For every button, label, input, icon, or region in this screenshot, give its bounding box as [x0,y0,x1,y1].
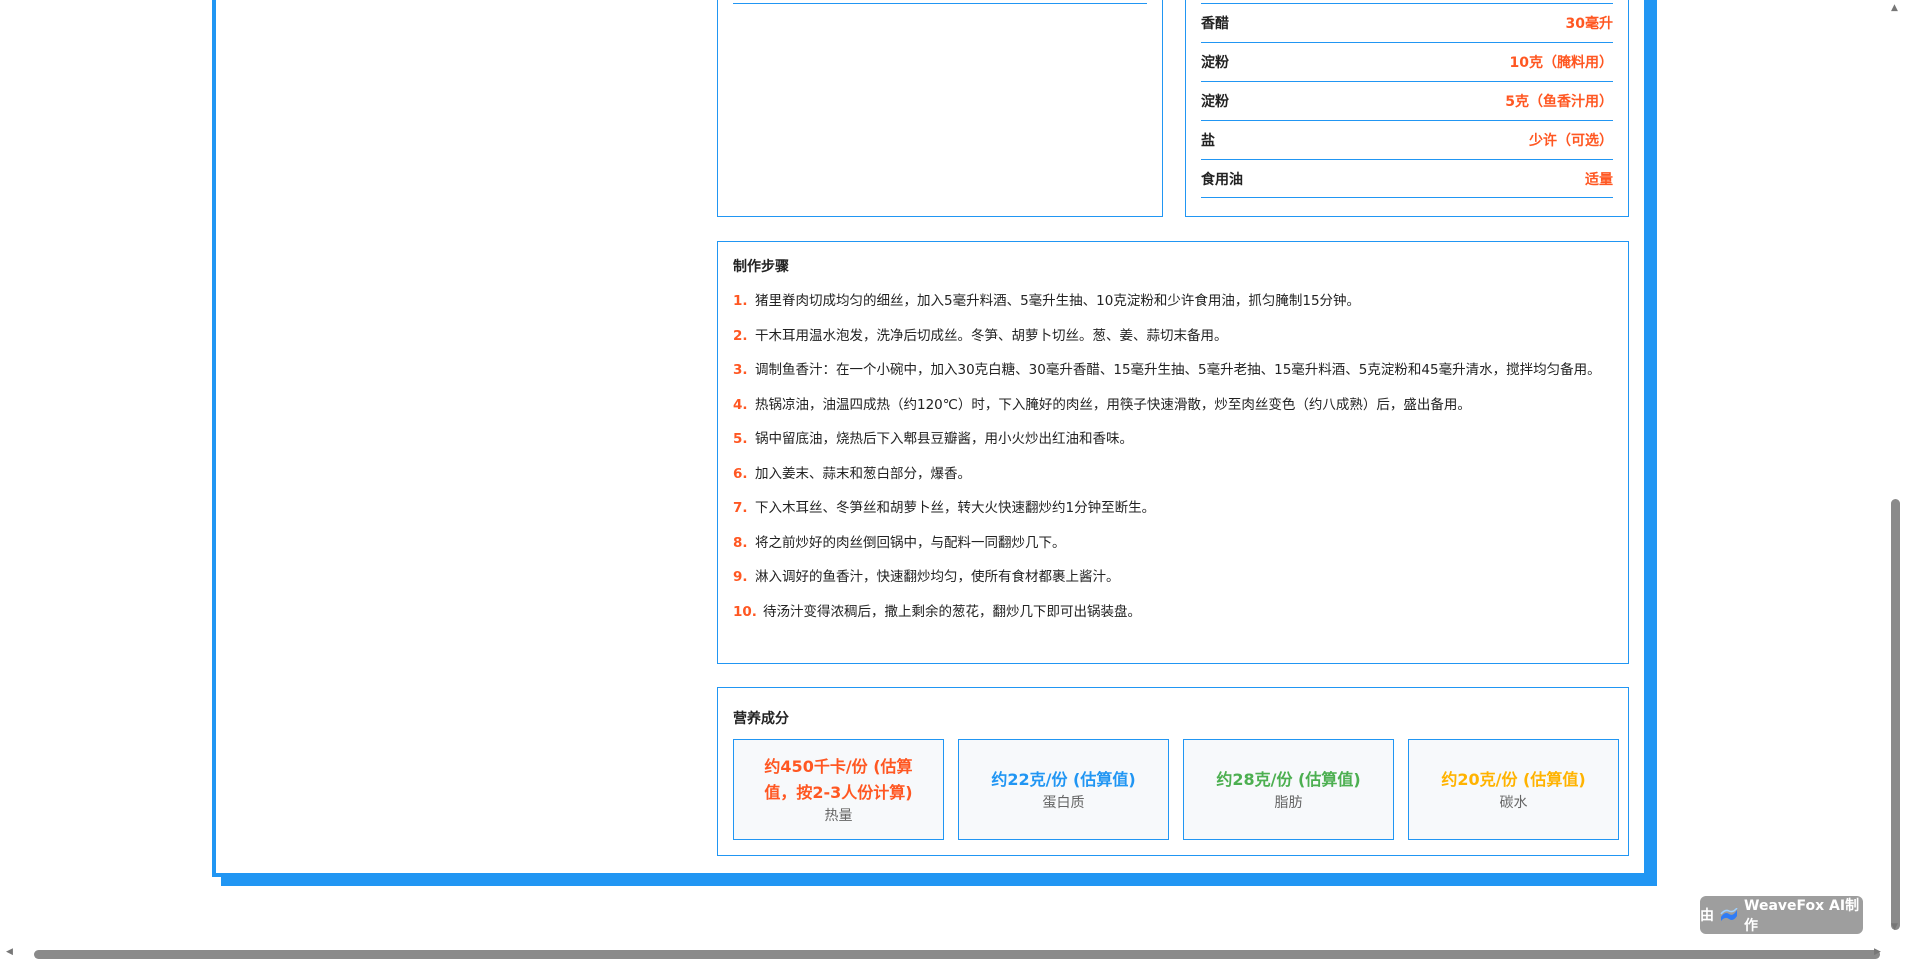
ingredient-row: 淀粉 5克（鱼香汁用） [1201,81,1613,120]
step-text: 淋入调好的鱼香汁，快速翻炒均匀，使所有食材都裹上酱汁。 [755,569,1120,585]
steps-panel: 制作步骤 1. 猪里脊肉切成均匀的细丝，加入5毫升料酒、5毫升生抽、10克淀粉和少… [717,241,1629,664]
step-text: 热锅凉油，油温四成热（约120℃）时，下入腌好的肉丝，用筷子快速滑散，炒至肉丝变… [755,396,1471,413]
ingredient-row: 食用油 适量 [1201,159,1613,198]
nutrition-label: 脂肪 [1274,794,1303,811]
step-number: 10. [733,603,757,620]
weavefox-badge[interactable]: 由 WeaveFox AI制作 [1700,896,1863,934]
scroll-down-icon[interactable]: ▼ [1891,922,1898,932]
step-number: 6. [733,465,748,482]
ingredients-panel-left [717,0,1163,217]
ingredient-row: 盐 少许（可选） [1201,120,1613,159]
step-text: 将之前炒好的肉丝倒回锅中，与配料一同翻炒几下。 [755,534,1066,551]
step-text: 调制鱼香汁：在一个小碗中，加入30克白糖、30毫升香醋、15毫升生抽、5毫升老抽… [755,362,1601,378]
badge-brand: WeaveFox AI制作 [1744,898,1860,934]
steps-title: 制作步骤 [733,259,789,275]
nutrition-grid: 约450千卡/份 (估算值，按2-3人份计算) 热量 约22克/份 (估算值) … [733,739,1619,840]
ingredient-row: 淀粉 10克（腌料用） [1201,42,1613,81]
step-number: 2. [733,327,748,344]
step-item: 1. 猪里脊肉切成均匀的细丝，加入5毫升料酒、5毫升生抽、10克淀粉和少许食用油，… [733,290,1613,312]
ingredient-amount: 少许（可选） [1529,133,1613,149]
step-number: 5. [733,431,748,447]
nutrition-card-calories: 约450千卡/份 (估算值，按2-3人份计算) 热量 [733,739,944,840]
horizontal-scrollbar[interactable]: ◀ ▶ [0,946,1888,962]
weavefox-logo-icon [1720,907,1738,922]
step-item: 2. 干木耳用温水泡发，洗净后切成丝。冬笋、胡萝卜切丝。葱、姜、蒜切末备用。 [733,325,1613,347]
step-item: 3. 调制鱼香汁：在一个小碗中，加入30克白糖、30毫升香醋、15毫升生抽、5毫升… [733,359,1613,381]
step-text: 猪里脊肉切成均匀的细丝，加入5毫升料酒、5毫升生抽、10克淀粉和少许食用油，抓匀… [755,293,1361,309]
step-number: 4. [733,396,748,413]
step-item: 4. 热锅凉油，油温四成热（约120℃）时，下入腌好的肉丝，用筷子快速滑散，炒至肉… [733,394,1613,416]
step-number: 1. [733,293,748,309]
ingredient-list: 香醋 30毫升 淀粉 10克（腌料用） 淀粉 5克（鱼香汁用） 盐 少许（可选）… [1201,3,1613,198]
ingredient-amount: 5克（鱼香汁用） [1505,94,1613,110]
step-item: 5. 锅中留底油，烧热后下入郫县豆瓣酱，用小火炒出红油和香味。 [733,428,1613,450]
vertical-scroll-thumb[interactable] [1891,499,1900,930]
nutrition-label: 蛋白质 [1042,794,1085,811]
ingredient-name: 淀粉 [1201,94,1229,110]
nutrition-value: 约450千卡/份 (估算值，按2-3人份计算) [764,756,913,802]
step-text: 下入木耳丝、冬笋丝和胡萝卜丝，转大火快速翻炒约1分钟至断生。 [755,500,1156,516]
scroll-up-icon[interactable]: ▲ [1891,3,1898,13]
step-text: 干木耳用温水泡发，洗净后切成丝。冬笋、胡萝卜切丝。葱、姜、蒜切末备用。 [755,327,1228,344]
ingredient-name: 淀粉 [1201,55,1229,71]
nutrition-label: 碳水 [1499,794,1528,811]
step-list: 1. 猪里脊肉切成均匀的细丝，加入5毫升料酒、5毫升生抽、10克淀粉和少许食用油，… [733,290,1613,635]
ingredient-name: 食用油 [1201,171,1243,188]
nutrition-title: 营养成分 [733,711,789,727]
step-number: 8. [733,534,748,551]
scroll-left-icon[interactable]: ◀ [6,947,13,957]
step-item: 8. 将之前炒好的肉丝倒回锅中，与配料一同翻炒几下。 [733,532,1613,554]
nutrition-panel: 营养成分 约450千卡/份 (估算值，按2-3人份计算) 热量 约22克/份 (… [717,687,1629,856]
nutrition-card-fat: 约28克/份 (估算值) 脂肪 [1183,739,1394,840]
nutrition-label: 热量 [824,807,853,824]
nutrition-card-carbs: 约20克/份 (估算值) 碳水 [1408,739,1619,840]
step-item: 9. 淋入调好的鱼香汁，快速翻炒均匀，使所有食材都裹上酱汁。 [733,566,1613,588]
step-text: 待汤汁变得浓稠后，撒上剩余的葱花，翻炒几下即可出锅装盘。 [763,603,1141,620]
ingredient-amount: 适量 [1585,171,1613,188]
nutrition-value: 约28克/份 (估算值) [1216,769,1361,789]
ingredient-row: 香醋 30毫升 [1201,3,1613,42]
step-item: 6. 加入姜末、蒜末和葱白部分，爆香。 [733,463,1613,485]
step-number: 9. [733,569,748,585]
nutrition-card-protein: 约22克/份 (估算值) 蛋白质 [958,739,1169,840]
ingredient-name: 香醋 [1201,16,1229,32]
vertical-scrollbar[interactable]: ▲ ▼ [1888,0,1904,936]
badge-prefix: 由 [1700,908,1714,924]
step-text: 加入姜末、蒜末和葱白部分，爆香。 [755,465,971,482]
scroll-right-icon[interactable]: ▶ [1874,947,1881,957]
step-text: 锅中留底油，烧热后下入郫县豆瓣酱，用小火炒出红油和香味。 [755,431,1133,447]
horizontal-scroll-thumb[interactable] [34,950,1880,959]
step-item: 7. 下入木耳丝、冬笋丝和胡萝卜丝，转大火快速翻炒约1分钟至断生。 [733,497,1613,519]
nutrition-value: 约20克/份 (估算值) [1441,769,1586,789]
step-item: 10. 待汤汁变得浓稠后，撒上剩余的葱花，翻炒几下即可出锅装盘。 [733,601,1613,623]
divider [733,3,1147,4]
ingredient-amount: 10克（腌料用） [1509,55,1613,71]
ingredient-name: 盐 [1201,133,1215,149]
step-number: 7. [733,500,748,516]
step-number: 3. [733,362,748,378]
nutrition-value: 约22克/份 (估算值) [991,769,1136,789]
ingredient-amount: 30毫升 [1565,16,1613,32]
ingredients-panel-right: 香醋 30毫升 淀粉 10克（腌料用） 淀粉 5克（鱼香汁用） 盐 少许（可选）… [1185,0,1629,217]
